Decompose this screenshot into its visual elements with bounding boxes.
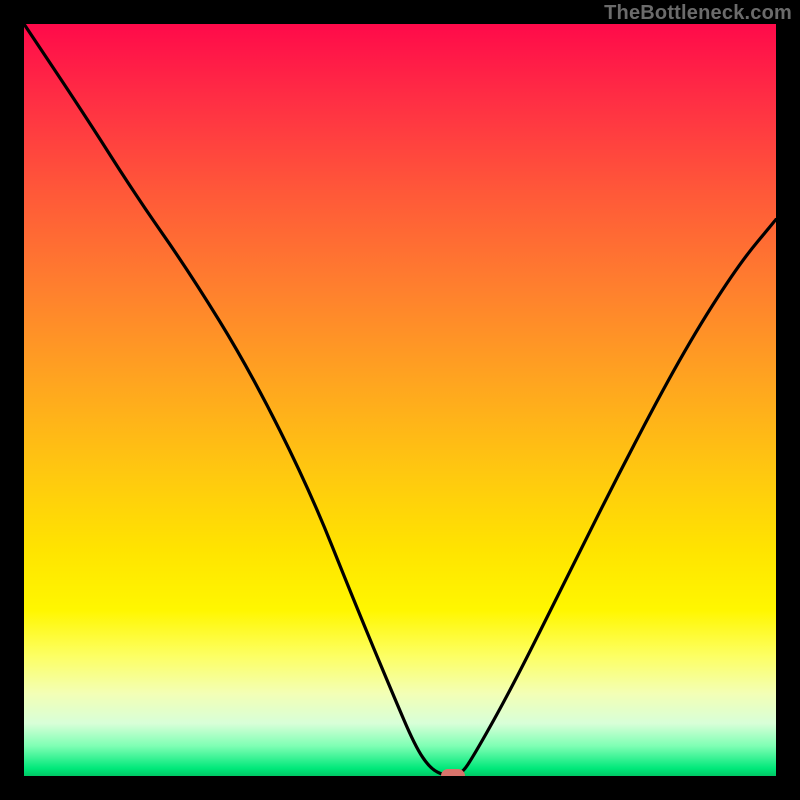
bottleneck-chart: TheBottleneck.com — [0, 0, 800, 800]
optimal-marker — [441, 769, 465, 776]
gradient-background — [24, 24, 776, 776]
watermark-text: TheBottleneck.com — [604, 2, 792, 25]
plot-area — [24, 24, 776, 776]
